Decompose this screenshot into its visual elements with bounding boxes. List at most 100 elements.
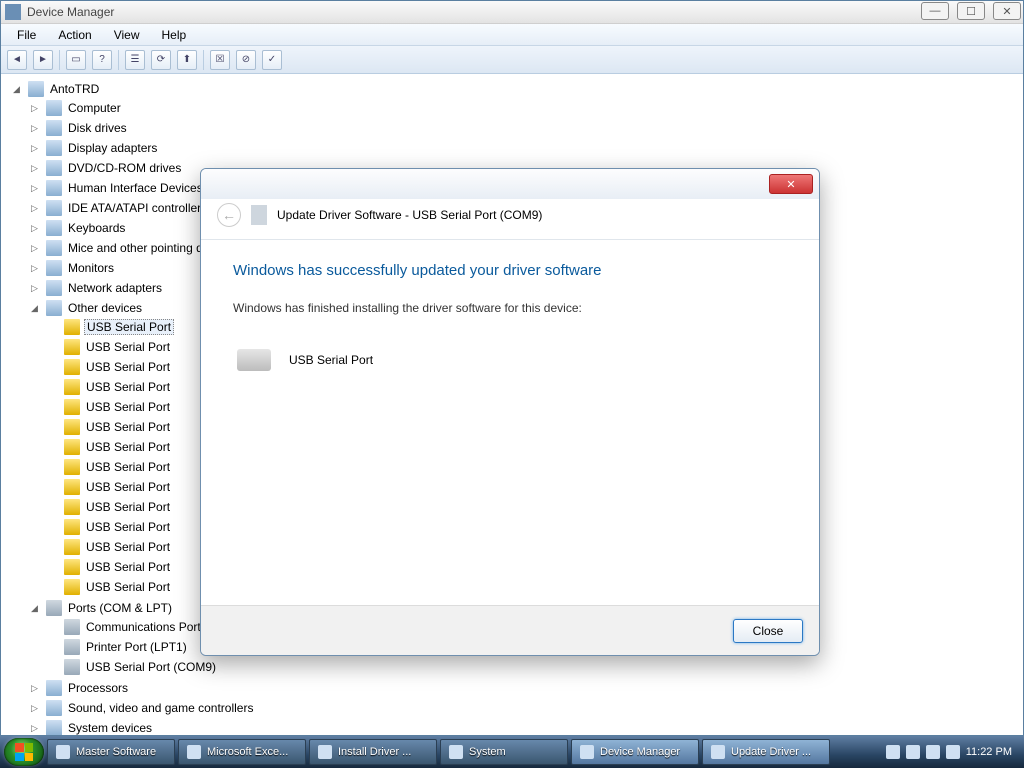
tree-root-label: AntoTRD: [48, 82, 101, 96]
toolbar-uninstall-icon[interactable]: ☒: [210, 50, 230, 70]
expand-icon[interactable]: ▷: [29, 163, 40, 174]
taskbar-app-button[interactable]: Update Driver ...: [702, 739, 830, 765]
toolbar-update-icon[interactable]: ⬆: [177, 50, 197, 70]
dialog-title: Update Driver Software - USB Serial Port…: [277, 208, 542, 222]
taskbar-app-button[interactable]: Master Software: [47, 739, 175, 765]
tree-item-label: USB Serial Port: [84, 520, 172, 534]
toolbar-scan-icon[interactable]: ⟳: [151, 50, 171, 70]
tree-item-label: USB Serial Port: [84, 500, 172, 514]
collapse-icon[interactable]: ◢: [29, 303, 40, 314]
tree-item[interactable]: USB Serial Port (COM9): [47, 658, 1023, 676]
system-tray[interactable]: 11:22 PM: [886, 745, 1020, 759]
toolbar-disable-icon[interactable]: ⊘: [236, 50, 256, 70]
taskbar-app-button[interactable]: Microsoft Exce...: [178, 739, 306, 765]
taskbar-app-label: Master Software: [76, 746, 156, 758]
tree-item-label: IDE ATA/ATAPI controllers: [66, 201, 209, 215]
device-category-icon: [64, 619, 80, 635]
expand-icon[interactable]: [47, 642, 58, 653]
expand-icon[interactable]: ▷: [29, 683, 40, 694]
expand-icon[interactable]: [47, 322, 58, 333]
clock[interactable]: 11:22 PM: [966, 746, 1012, 758]
tree-item[interactable]: ▷Disk drives: [29, 119, 1023, 137]
expand-icon[interactable]: [47, 382, 58, 393]
toolbar-help-icon[interactable]: ?: [92, 50, 112, 70]
toolbar-properties-icon[interactable]: ☰: [125, 50, 145, 70]
menu-help[interactable]: Help: [152, 26, 197, 44]
tree-item[interactable]: ▷ Computer: [29, 99, 1023, 117]
dialog-heading: Windows has successfully updated your dr…: [233, 262, 787, 279]
taskbar-app-button[interactable]: Install Driver ...: [309, 739, 437, 765]
expand-icon[interactable]: ▷: [29, 203, 40, 214]
tree-item-label: USB Serial Port (COM9): [84, 660, 218, 674]
tree-item[interactable]: ▷Sound, video and game controllers: [29, 699, 1023, 717]
toolbar-back-icon[interactable]: ◄: [7, 50, 27, 70]
tray-chevron-icon[interactable]: [886, 745, 900, 759]
toolbar-enable-icon[interactable]: ✓: [262, 50, 282, 70]
expand-icon[interactable]: ▷: [29, 263, 40, 274]
back-icon[interactable]: ←: [217, 203, 241, 227]
start-button[interactable]: [4, 738, 44, 766]
minimize-button[interactable]: —: [921, 2, 949, 20]
expand-icon[interactable]: [47, 662, 58, 673]
tray-flag-icon[interactable]: [946, 745, 960, 759]
maximize-button[interactable]: ☐: [957, 2, 985, 20]
expand-icon[interactable]: ▷: [29, 123, 40, 134]
expand-icon[interactable]: [47, 482, 58, 493]
expand-icon[interactable]: [47, 582, 58, 593]
expand-icon[interactable]: [47, 522, 58, 533]
tree-item-label: System devices: [66, 721, 154, 735]
collapse-icon[interactable]: ◢: [29, 603, 40, 614]
close-button[interactable]: Close: [733, 619, 803, 643]
expand-icon[interactable]: [47, 402, 58, 413]
expand-icon[interactable]: ▷: [29, 723, 40, 734]
menu-file[interactable]: File: [7, 26, 46, 44]
update-driver-dialog: ✕ ← Update Driver Software - USB Serial …: [200, 168, 820, 656]
device-category-icon: [46, 260, 62, 276]
expand-icon[interactable]: ▷: [29, 243, 40, 254]
tree-item-label: USB Serial Port: [84, 540, 172, 554]
expand-icon[interactable]: [47, 502, 58, 513]
expand-icon[interactable]: [47, 422, 58, 433]
tree-item-label: USB Serial Port: [84, 480, 172, 494]
expand-icon[interactable]: [47, 542, 58, 553]
tree-item[interactable]: ▷Processors: [29, 679, 1023, 697]
expand-icon[interactable]: [47, 442, 58, 453]
tree-item-label: USB Serial Port: [84, 460, 172, 474]
collapse-icon[interactable]: ◢: [11, 84, 22, 95]
tree-item-label: Computer: [66, 101, 123, 115]
expand-icon[interactable]: [47, 342, 58, 353]
menu-view[interactable]: View: [104, 26, 150, 44]
tree-item-label: USB Serial Port: [84, 560, 172, 574]
expand-icon[interactable]: ▷: [29, 143, 40, 154]
tree-item[interactable]: ▷Display adapters: [29, 139, 1023, 157]
expand-icon[interactable]: ▷: [29, 283, 40, 294]
tree-root[interactable]: ◢ AntoTRD: [11, 80, 1023, 98]
tree-item[interactable]: ▷ System devices: [29, 719, 1023, 735]
expand-icon[interactable]: [47, 562, 58, 573]
taskbar-app-button[interactable]: System: [440, 739, 568, 765]
toolbar-forward-icon[interactable]: ►: [33, 50, 53, 70]
dialog-titlebar: ✕: [201, 169, 819, 199]
taskbar-app-button[interactable]: Device Manager: [571, 739, 699, 765]
close-window-button[interactable]: ✕: [993, 2, 1021, 20]
tray-network-icon[interactable]: [906, 745, 920, 759]
tree-item-label: USB Serial Port: [84, 580, 172, 594]
expand-icon[interactable]: ▷: [29, 223, 40, 234]
device-category-icon: [46, 220, 62, 236]
toolbar-show-hidden-icon[interactable]: ▭: [66, 50, 86, 70]
app-icon: [5, 4, 21, 20]
expand-icon[interactable]: [47, 622, 58, 633]
menu-action[interactable]: Action: [48, 26, 101, 44]
tree-item-label: USB Serial Port: [84, 400, 172, 414]
tree-item-label: USB Serial Port: [84, 440, 172, 454]
dialog-close-x-button[interactable]: ✕: [769, 174, 813, 194]
tree-item-label: Human Interface Devices: [66, 181, 205, 195]
expand-icon[interactable]: [47, 462, 58, 473]
expand-icon[interactable]: ▷: [29, 183, 40, 194]
device-category-icon: [46, 120, 62, 136]
expand-icon[interactable]: ▷: [29, 703, 40, 714]
tray-volume-icon[interactable]: [926, 745, 940, 759]
expand-icon[interactable]: ▷: [29, 103, 40, 114]
expand-icon[interactable]: [47, 362, 58, 373]
device-category-icon: [46, 280, 62, 296]
